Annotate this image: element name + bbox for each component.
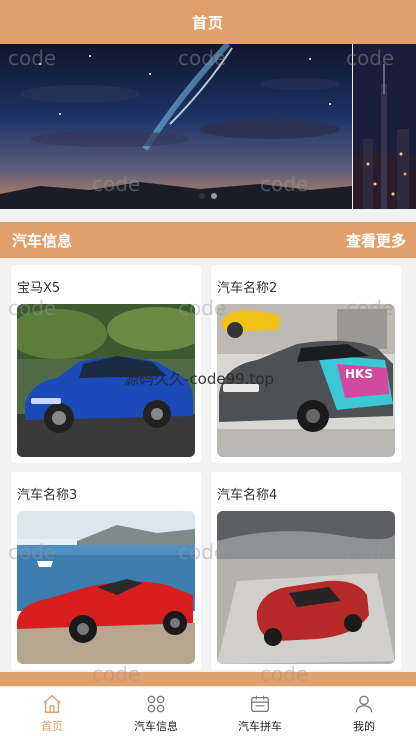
carousel-dot-1[interactable] <box>199 193 205 199</box>
tab-label: 汽车拼车 <box>238 720 282 733</box>
car-photo-red-convertible <box>17 511 195 664</box>
car-card[interactable]: 汽车名称4 <box>211 472 401 670</box>
svg-text:HKS: HKS <box>345 367 373 381</box>
app-root: 首页 汽车信息 查看更多 宝马X5 汽车名称2 HKS 汽车名称3 汽车名称4 … <box>0 0 416 736</box>
tab-mine[interactable]: 我的 <box>312 687 416 736</box>
tab-carpool[interactable]: 汽车拼车 <box>208 687 312 736</box>
tab-car-info[interactable]: 汽车信息 <box>104 687 208 736</box>
tab-home[interactable]: 首页 <box>0 687 104 736</box>
car-card-name: 汽车名称4 <box>217 488 278 503</box>
top-nav-bar: 首页 <box>0 0 416 44</box>
grid-icon <box>147 695 165 713</box>
car-info-section-header: 汽车信息 查看更多 <box>0 222 416 258</box>
carousel-indicators <box>0 193 416 199</box>
tab-label: 我的 <box>353 720 375 733</box>
car-card[interactable]: 汽车名称3 <box>11 472 201 670</box>
car-card[interactable]: 宝马X5 <box>11 265 201 463</box>
tab-label: 汽车信息 <box>134 720 178 733</box>
user-icon <box>355 695 373 713</box>
car-photo-red-coupe-aerial <box>217 511 395 664</box>
car-card-name: 汽车名称2 <box>217 281 278 296</box>
page-title: 首页 <box>191 13 224 32</box>
car-card[interactable]: 汽车名称2 HKS <box>211 265 401 463</box>
home-icon <box>43 695 61 713</box>
next-section-header <box>0 672 416 686</box>
section-title: 汽车信息 <box>12 231 73 250</box>
car-photo-wrapped-race-car: HKS <box>217 304 395 457</box>
car-photo-blue-coupe <box>17 304 195 457</box>
banner-slide-night-sky[interactable] <box>0 44 352 209</box>
carousel-dot-2[interactable] <box>211 193 217 199</box>
view-more-link[interactable]: 查看更多 <box>346 230 406 251</box>
bottom-tab-bar: 首页 汽车信息 汽车拼车 我的 <box>0 686 416 736</box>
tab-label: 首页 <box>41 720 63 733</box>
calendar-icon <box>251 695 269 712</box>
banner-slide-city[interactable] <box>353 44 416 209</box>
car-card-name: 宝马X5 <box>17 281 61 296</box>
car-card-name: 汽车名称3 <box>17 488 78 503</box>
banner-carousel[interactable] <box>0 44 416 209</box>
